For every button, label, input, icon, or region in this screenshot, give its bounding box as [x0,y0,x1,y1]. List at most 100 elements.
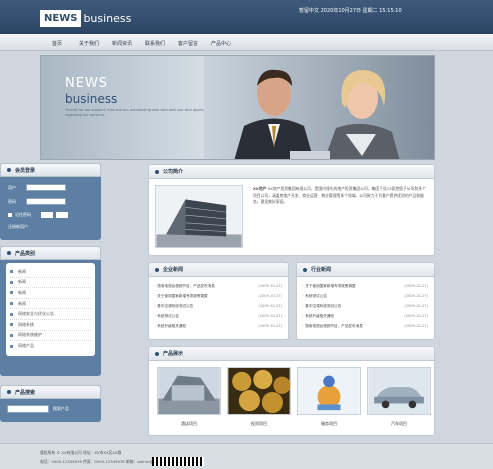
bullet-icon [303,267,307,272]
username-label: 用户 [8,184,16,190]
industry-title: 行业新闻 [311,267,332,273]
banner-news-title: NEWS [65,76,109,91]
news-item-title: · 系统测试公告 [155,314,179,318]
password-label: 密码 [8,198,16,204]
product-tile[interactable]: 投资项目 [227,367,291,427]
category-box-header: 产品类别 [0,246,101,260]
intro-lead: XX地产 [253,186,267,191]
product-search-box: 产品搜索 搜索产品 [0,385,101,422]
car-photo [367,367,431,415]
news-item[interactable]: · 系统测试公告 (2009-10-27) [155,314,282,322]
nav-item-home[interactable]: 首页 [52,40,62,47]
hotel-photo [157,367,221,415]
news-item-date: (2009-10-27) [258,314,282,318]
product-tile[interactable]: 汽车项目 [367,367,431,427]
login-button[interactable] [41,212,53,218]
category-item[interactable]: 新闻 [10,299,91,310]
industry-item[interactable]: · 关于使用国家新增专项政策调整 (2009-10-27) [303,284,428,292]
news-header: 企业新闻 [149,263,288,277]
news-item-title: · 搜索电视台视频节目，产品发布消息 [155,284,215,288]
nav-item-contact[interactable]: 联系我们 [145,40,165,47]
bullet-icon [7,251,11,255]
nav-item-about[interactable]: 关于我们 [79,40,99,47]
product-caption: 汽车项目 [391,421,407,426]
search-button[interactable]: 搜索产品 [53,406,69,412]
service-illustration [297,367,361,415]
category-item[interactable]: 网络系统维护 [10,331,91,342]
remember-checkbox[interactable] [8,213,12,217]
industry-item[interactable]: · 系统测试公告 (2009-10-27) [303,294,428,302]
remember-label: 记住密码 [15,212,31,217]
industry-item-date: (2009-10-27) [404,284,428,288]
category-label: 网络系统维护 [18,332,42,338]
category-item[interactable]: 新闻 [10,278,91,289]
industry-item[interactable]: · 搜索电视台视频节目，产品发布消息 (2009-10-27) [303,324,428,332]
site-logo[interactable]: NEWS business [40,10,131,27]
company-building-photo [155,185,243,248]
footer-copyright: 版权所有 © XX有限公司 地址：XX市XX区XX路 [40,450,122,455]
reset-button[interactable] [56,212,68,218]
square-bullet-icon [10,333,13,337]
product-tile[interactable]: 酒店项目 [157,367,221,427]
square-bullet-icon [10,270,13,274]
news-item[interactable]: · 关于使用国家新增专项政策调整 (2009-10-27) [155,294,282,302]
category-item[interactable]: 新闻 [10,288,91,299]
category-list: 新闻 新闻 新闻 新闻 网络安全与优化公告 网络系统 网络系统维护 网络产品 [6,263,95,356]
news-item[interactable]: · 集中空调系统测试公告 (2009-10-27) [155,304,282,312]
nav-item-guestbook[interactable]: 客户留言 [178,40,198,47]
industry-item[interactable]: · 集中空调系统测试公告 (2009-10-27) [303,304,428,312]
search-input[interactable] [7,405,49,413]
square-bullet-icon [10,302,13,306]
industry-item-title: · 集中空调系统测试公告 [303,304,342,308]
hero-banner: NEWS business Thanks for our support, th… [40,55,435,160]
username-input[interactable] [26,184,66,191]
category-label: 新闻 [18,268,26,274]
product-category-box: 产品类别 新闻 新闻 新闻 新闻 网络安全与优化公告 网络系统 网络系统维护 网… [0,246,101,376]
news-item-title: · 系统升级相关通知 [155,324,187,328]
category-item[interactable]: 网络安全与优化公告 [10,309,91,320]
register-link[interactable]: 注册新用户 [8,224,28,230]
square-bullet-icon [10,312,13,316]
category-title: 产品类别 [15,250,36,257]
business-people-photo [204,56,434,159]
industry-item[interactable]: · 系统升级相关通知 (2009-10-27) [303,314,428,322]
industry-item-title: · 搜索电视台视频节目，产品发布消息 [303,324,363,328]
banner-business-title: business [65,92,118,106]
product-caption: 服务项目 [321,421,337,426]
member-login-box: 会员登录 用户 密码 记住密码 注册新用户 [0,163,101,240]
register-row: 注册新用户 [8,224,28,230]
password-input[interactable] [26,198,66,205]
industry-item-date: (2009-10-27) [404,294,428,298]
bullet-icon [155,351,159,356]
news-item-date: (2009-10-27) [258,294,282,298]
nav-item-news[interactable]: 新闻资讯 [112,40,132,47]
news-item[interactable]: · 系统升级相关通知 (2009-10-27) [155,324,282,332]
industry-item-title: · 关于使用国家新增专项政策调整 [303,284,356,288]
login-title: 会员登录 [15,167,36,174]
product-tile[interactable]: 服务项目 [297,367,361,427]
category-item[interactable]: 网络系统 [10,320,91,331]
intro-body: XX地产投资集团有限公司，是国内领先的地产投资集团公司，集团下设15家控股子公司… [253,186,426,204]
intro-header: 公司简介 [149,165,434,179]
page-footer: 版权所有 © XX有限公司 地址：XX市XX区XX路 电话：0000-12345… [0,443,493,469]
product-caption: 投资项目 [251,421,267,426]
logo-news-text: NEWS [40,10,82,27]
square-bullet-icon [10,291,13,295]
intro-title: 公司简介 [163,169,184,175]
category-label: 网络系统 [18,321,34,327]
nav-item-products[interactable]: 产品中心 [211,40,231,47]
category-label: 网络安全与优化公告 [18,311,54,317]
news-item-date: (2009-10-27) [258,304,282,308]
certification-badge[interactable] [152,457,204,466]
gold-coins-photo [227,367,291,415]
category-item[interactable]: 网络产品 [10,341,91,352]
username-row: 用户 [8,184,66,191]
category-label: 新闻 [18,289,26,295]
news-item[interactable]: · 搜索电视台视频节目，产品发布消息 (2009-10-27) [155,284,282,292]
category-item[interactable]: 新闻 [10,267,91,278]
industry-news-card: 行业新闻 · 关于使用国家新增专项政策调整 (2009-10-27) · 系统测试… [296,262,435,340]
top-header: NEWS business 暂留中文 2020年10月27日 星期二 15:15… [0,0,493,34]
news-item-title: · 关于使用国家新增专项政策调整 [155,294,208,298]
banner-tagline: Thanks for our support, that and our out… [65,108,214,117]
logo-business-text: business [83,12,132,25]
